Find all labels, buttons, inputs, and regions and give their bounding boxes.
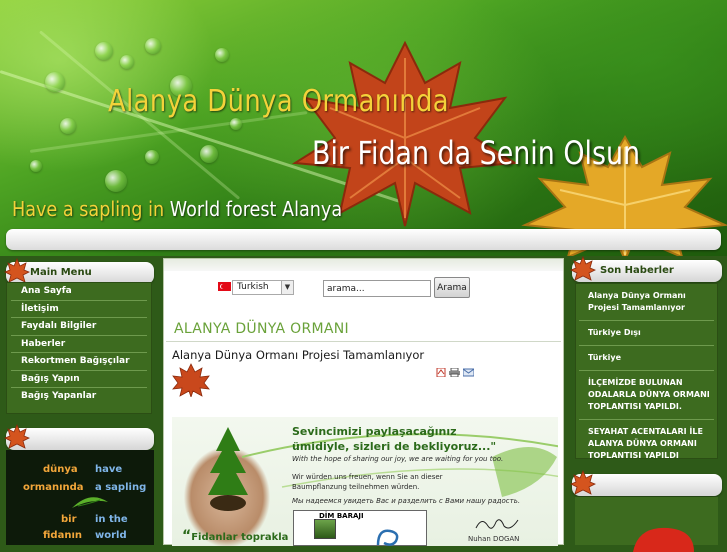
tagline-part1: Have a sapling in	[12, 197, 165, 221]
news-item[interactable]: İLÇEMİZDE BULUNAN ODALARLA DÜNYA ORMANI …	[579, 371, 714, 420]
water-drop	[105, 170, 127, 192]
promo-word: dünya	[43, 464, 78, 475]
promo-banner[interactable]: dünya have ormanında a sapling bir in th…	[6, 450, 154, 545]
menu-item-haberler[interactable]: Haberler	[11, 336, 147, 353]
article-banner: Sevincimizi paylaşacağınız ümidiyle, siz…	[172, 417, 558, 546]
news-item[interactable]: Türkiye	[579, 346, 714, 371]
promo-word: fidanın	[43, 530, 82, 541]
banner-quote: “Fidanlar toprakla	[182, 528, 288, 544]
right-bottom-header	[570, 470, 722, 496]
logo-icon	[376, 529, 399, 546]
article-title[interactable]: Alanya Dünya Ormanı Projesi Tamamlanıyor	[172, 348, 424, 362]
news-item[interactable]: Türkiye Dışı	[579, 321, 714, 346]
dim-baraji-box: DİM BARAJI	[293, 510, 427, 546]
news-list: Alanya Dünya Ormanı Projesi Tamamlanıyor…	[575, 283, 718, 460]
main-menu-heading: Main Menu	[30, 267, 92, 278]
header-tagline: Have a sapling in World forest Alanya	[12, 197, 342, 221]
quote-mark-icon: “	[182, 528, 192, 544]
red-leaf-decoration	[633, 527, 694, 552]
promo-word: world	[95, 530, 127, 541]
banner-heading: Sevincimizi paylaşacağınız ümidiyle, siz…	[292, 424, 496, 454]
language-select[interactable]: Turkish ▼	[232, 280, 294, 295]
menu-item-faydali-bilgiler[interactable]: Faydalı Bilgiler	[11, 318, 147, 336]
main-content: Turkish ▼ Arama ALANYA DÜNYA ORMANI Alan…	[163, 258, 564, 546]
water-drop	[230, 118, 242, 130]
promo-word: in the	[95, 514, 128, 525]
leaf-icon	[570, 256, 596, 281]
turkish-flag-icon	[218, 282, 231, 291]
news-header: Son Haberler	[570, 256, 722, 282]
email-icon[interactable]	[463, 368, 474, 377]
menu-item-rekortmen-bagiscilar[interactable]: Rekortmen Bağışçılar	[11, 353, 147, 371]
water-drop	[60, 118, 76, 134]
promo-word: a sapling	[95, 482, 147, 493]
banner-english-line: With the hope of sharing our joy, we are…	[292, 455, 504, 463]
sprout-icon	[72, 497, 108, 508]
banner-german-line1: Wir würden uns freuen, wenn Sie an diese…	[292, 473, 443, 481]
dropdown-arrow-icon[interactable]: ▼	[281, 281, 293, 294]
banner-german-lines: Wir würden uns freuen, wenn Sie an diese…	[292, 472, 443, 492]
search-input[interactable]	[323, 280, 431, 297]
main-top-bar	[164, 259, 563, 271]
search-button[interactable]: Arama	[434, 277, 470, 298]
menu-item-bagis-yapin[interactable]: Bağış Yapın	[11, 371, 147, 388]
header-title-line2: Bir Fidan da Senin Olsun	[312, 134, 641, 172]
promo-word: ormanında	[23, 482, 84, 493]
print-icon[interactable]	[449, 368, 460, 377]
water-drop	[120, 55, 134, 69]
maple-leaf-icon	[172, 363, 210, 397]
main-menu: Ana Sayfa İletişim Faydalı Bilgiler Habe…	[6, 282, 152, 414]
promo-word: bir	[61, 514, 77, 525]
language-value: Turkish	[237, 282, 269, 292]
banner-quote-text: Fidanlar toprakla	[191, 532, 289, 543]
header-title-line1: Alanya Dünya Ormanında	[108, 84, 450, 119]
signature-image	[475, 519, 519, 529]
main-menu-header: Main Menu	[4, 258, 154, 284]
header-strip	[6, 229, 721, 250]
promo-header	[4, 424, 154, 450]
header-banner: Alanya Dünya Ormanında Bir Fidan da Seni…	[0, 0, 727, 256]
promo-word: have	[95, 464, 123, 475]
dim-thumbnail	[314, 519, 336, 539]
menu-item-ana-sayfa[interactable]: Ana Sayfa	[11, 283, 147, 301]
water-drop	[145, 150, 159, 164]
pdf-icon[interactable]	[436, 368, 447, 377]
water-drop	[45, 72, 65, 92]
water-drop	[200, 145, 218, 163]
news-heading: Son Haberler	[600, 265, 674, 276]
water-drop	[145, 38, 161, 54]
banner-heading-line1: Sevincimizi paylaşacağınız	[292, 425, 457, 438]
banner-german-line2: Baumpflanzung teilnehmen würden.	[292, 483, 420, 491]
water-drop	[95, 42, 113, 60]
menu-item-iletisim[interactable]: İletişim	[11, 301, 147, 318]
leaf-icon	[4, 424, 30, 449]
water-drop	[30, 160, 42, 172]
leaf-icon	[570, 470, 596, 495]
news-item[interactable]: Alanya Dünya Ormanı Projesi Tamamlanıyor	[579, 284, 714, 321]
menu-item-bagis-yapanlar[interactable]: Bağış Yapanlar	[11, 388, 147, 406]
banner-russian-line: Мы надеемся увидеть Вас и разделить с Ва…	[292, 497, 521, 505]
leaf-icon	[4, 258, 30, 283]
section-title: ALANYA DÜNYA ORMANI	[174, 321, 349, 337]
banner-heading-line2: ümidiyle, sizleri de bekliyoruz..."	[292, 440, 497, 453]
signature-name: Nuhan DOGAN	[468, 535, 520, 543]
divider	[166, 341, 561, 342]
water-drop	[215, 48, 229, 62]
tagline-part2: World forest Alanya	[169, 197, 343, 221]
news-item[interactable]: SEYAHAT ACENTALARI İLE ALANYA DÜNYA ORMA…	[579, 420, 714, 468]
